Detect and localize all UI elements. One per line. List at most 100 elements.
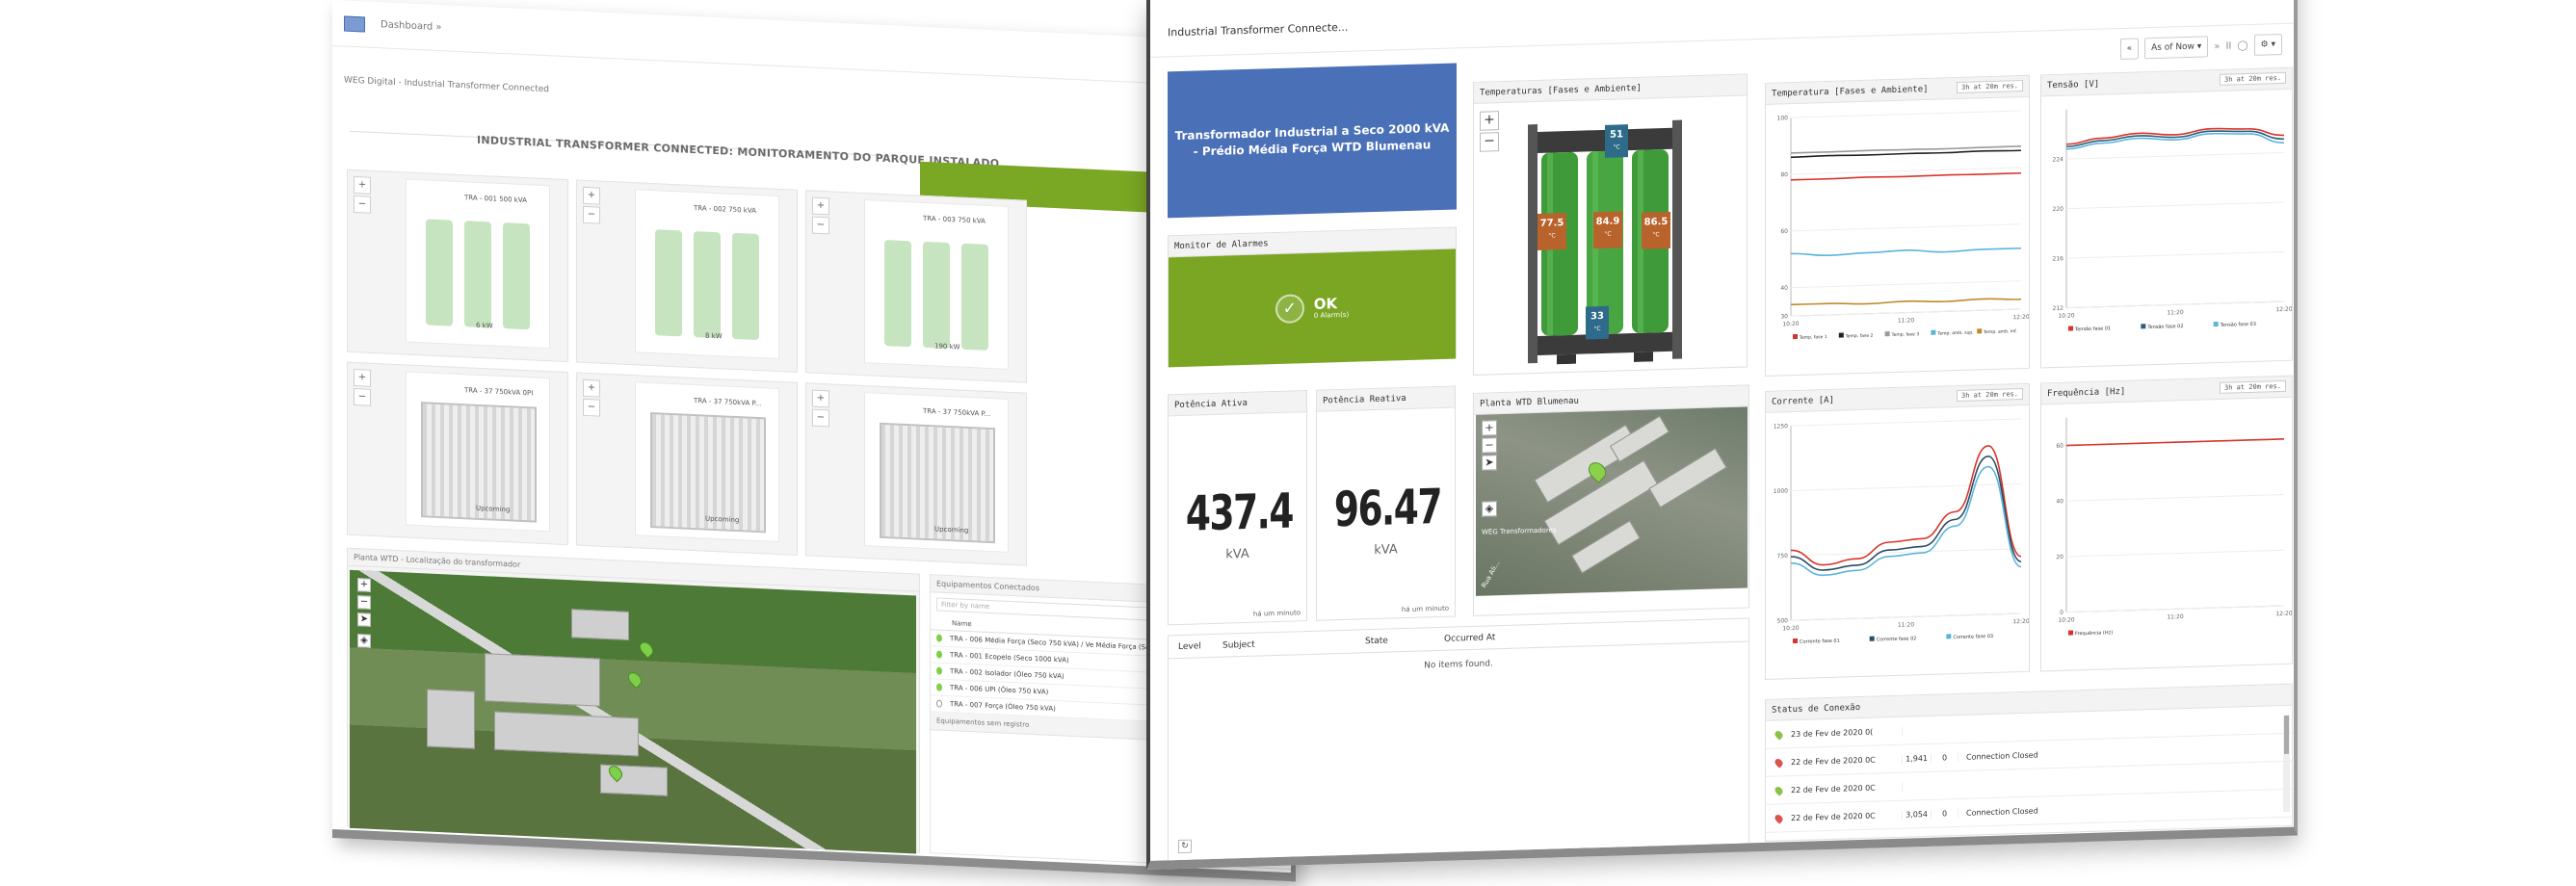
zoom-out-button[interactable]: − — [354, 388, 371, 406]
dashboard-title[interactable]: Industrial Transformer Connecte... — [1168, 21, 1348, 39]
zoom-out-button[interactable]: − — [1480, 132, 1499, 152]
temperature-3d-panel: Temperaturas [Fases e Ambiente] + − 77.5… — [1473, 73, 1748, 375]
legend-swatch — [1839, 333, 1844, 338]
zoom-in-button[interactable]: + — [812, 390, 829, 408]
zoom-in-button[interactable]: + — [812, 197, 829, 216]
card-title: TRA - 37 750kVA P... — [694, 397, 761, 407]
temp-unit: °C — [1538, 229, 1566, 243]
y-tick-label: 40 — [1780, 285, 1788, 292]
card-title: TRA - 37 750kVA 0PI — [464, 386, 533, 397]
zoom-in-button[interactable]: + — [1482, 420, 1497, 435]
gridline — [1791, 111, 2021, 117]
series-line — [1791, 146, 2021, 154]
map-pin-icon[interactable] — [625, 669, 644, 689]
status-duration — [1903, 786, 1932, 787]
temp-unit: °C — [1605, 141, 1628, 154]
refresh-icon[interactable]: ↻ — [1178, 840, 1192, 853]
breadcrumb[interactable]: Dashboard » — [381, 19, 442, 33]
y-tick-label: 224 — [2053, 156, 2064, 163]
status-code: 0 — [1932, 752, 1958, 762]
x-tick-label: 12:20 — [2012, 314, 2029, 322]
front-dashboard-screen: Industrial Transformer Connecte... « As … — [1146, 0, 2298, 870]
active-power-value: 437.4 — [1186, 483, 1289, 542]
range-tag[interactable]: 3h at 20m res. — [1957, 388, 2023, 402]
plant-map-panel: Planta WTD Blumenau + − ➤ ◈ WEG Transfor… — [1473, 384, 1749, 616]
card-label: Upcoming — [705, 515, 739, 525]
x-tick-label: 10:20 — [2058, 312, 2074, 320]
y-tick-label: 1000 — [1774, 488, 1788, 495]
zoom-in-button[interactable]: + — [357, 578, 371, 592]
x-tick-label: 12:20 — [2012, 618, 2029, 626]
legend-swatch — [1931, 330, 1935, 335]
zoom-out-button[interactable]: − — [357, 595, 371, 610]
x-tick-label: 11:20 — [1898, 317, 1914, 325]
transformer-card[interactable]: + − TRA - 37 750kVA P... Upcoming — [805, 382, 1027, 565]
series-line — [2066, 439, 2284, 446]
legend-swatch — [1946, 634, 1951, 638]
status-icon-cell — [1766, 758, 1791, 768]
time-toolbar: « As of Now ▾ » II ◯ ⚙ ▾ — [2120, 34, 2282, 60]
panel-title: Temperaturas [Fases e Ambiente] — [1474, 75, 1747, 104]
zoom-out-button[interactable]: − — [583, 206, 600, 224]
disconnected-pin-icon — [1773, 757, 1783, 768]
map-pin-icon[interactable] — [637, 639, 656, 659]
column-state[interactable]: State — [1355, 628, 1434, 652]
range-tag[interactable]: 3h at 20m res. — [2220, 380, 2286, 394]
transformer-banner: Transformador Industrial a Seco 2000 kVA… — [1168, 63, 1457, 218]
zoom-out-button[interactable]: − — [583, 399, 600, 417]
zoom-out-button[interactable]: − — [812, 217, 829, 235]
zoom-out-button[interactable]: − — [354, 195, 371, 214]
layers-icon[interactable]: ◈ — [357, 634, 371, 648]
column-subject[interactable]: Subject — [1213, 631, 1355, 657]
compass-icon[interactable]: ➤ — [1482, 455, 1497, 470]
y-tick-label: 500 — [1777, 617, 1789, 624]
zoom-in-button[interactable]: + — [354, 369, 371, 387]
compass-icon[interactable]: ➤ — [357, 612, 371, 627]
refresh-icon[interactable]: ◯ — [2237, 40, 2247, 51]
last-update: há um minuto — [1253, 609, 1301, 617]
settings-button[interactable]: ⚙ ▾ — [2254, 34, 2282, 56]
satellite-map[interactable]: + − ➤ ◈ WEG Transformadores Rua Ali... — [1476, 406, 1748, 595]
zoom-in-button[interactable]: + — [1480, 111, 1499, 131]
next-range-button[interactable]: » — [2214, 40, 2220, 51]
legend-label: Temp. amb. sup. — [1936, 330, 1973, 337]
map-place-label: WEG Transformadores — [1482, 526, 1557, 535]
status-message: Connection Closed — [1958, 750, 2038, 761]
disconnected-pin-icon — [1773, 813, 1783, 823]
weg-logo[interactable] — [344, 15, 365, 32]
status-icon-cell — [1766, 814, 1791, 823]
time-range-select[interactable]: As of Now ▾ — [2144, 36, 2208, 59]
transformer-card[interactable]: + − TRA - 003 750 kVA 190 kW — [805, 190, 1027, 382]
pause-button[interactable]: II — [2225, 40, 2231, 51]
layers-icon[interactable]: ◈ — [1482, 501, 1497, 516]
temp-unit: °C — [1642, 228, 1670, 242]
zoom-in-button[interactable]: + — [354, 176, 371, 195]
reactive-power-value: 96.47 — [1334, 479, 1437, 537]
temp-unit: °C — [1593, 227, 1622, 241]
transformer-card[interactable]: + − TRA - 001 500 kVA 6 kW — [347, 169, 568, 362]
gridline — [2066, 550, 2284, 557]
card-label: 6 kW — [476, 322, 493, 330]
column-level[interactable]: Level — [1169, 635, 1213, 658]
transformer-card[interactable]: + − TRA - 002 750 kVA 8 kW — [576, 179, 798, 372]
range-tag[interactable]: 3h at 20m res. — [2220, 72, 2286, 86]
zoom-in-button[interactable]: + — [583, 187, 600, 205]
ambient-bottom-badge: 33°C — [1586, 306, 1609, 340]
gridline — [2066, 152, 2284, 159]
transformer-card[interactable]: + − TRA - 37 750kVA P... Upcoming — [576, 372, 798, 555]
transformer-card[interactable]: + − TRA - 37 750kVA 0PI Upcoming — [347, 362, 568, 545]
card-label: 190 kW — [934, 342, 960, 351]
zoom-in-button[interactable]: + — [583, 379, 600, 398]
previous-range-button[interactable]: « — [2120, 38, 2140, 60]
connected-pin-icon — [1773, 785, 1783, 795]
legend-label: Temp. fase 1 — [1799, 334, 1827, 341]
zoom-out-button[interactable]: − — [812, 409, 829, 428]
x-tick-label: 11:20 — [2167, 613, 2183, 621]
status-duration: 3,054 — [1903, 809, 1932, 819]
alarm-count: 0 Alarm(s) — [1314, 311, 1349, 320]
zoom-out-button[interactable]: − — [1482, 437, 1497, 453]
scrollbar[interactable] — [2283, 716, 2290, 812]
range-tag[interactable]: 3h at 20m res. — [1957, 80, 2023, 93]
satellite-map[interactable]: + − ➤ ◈ — [350, 570, 916, 854]
column-occurred-at[interactable]: Occurred At — [1434, 626, 1495, 650]
